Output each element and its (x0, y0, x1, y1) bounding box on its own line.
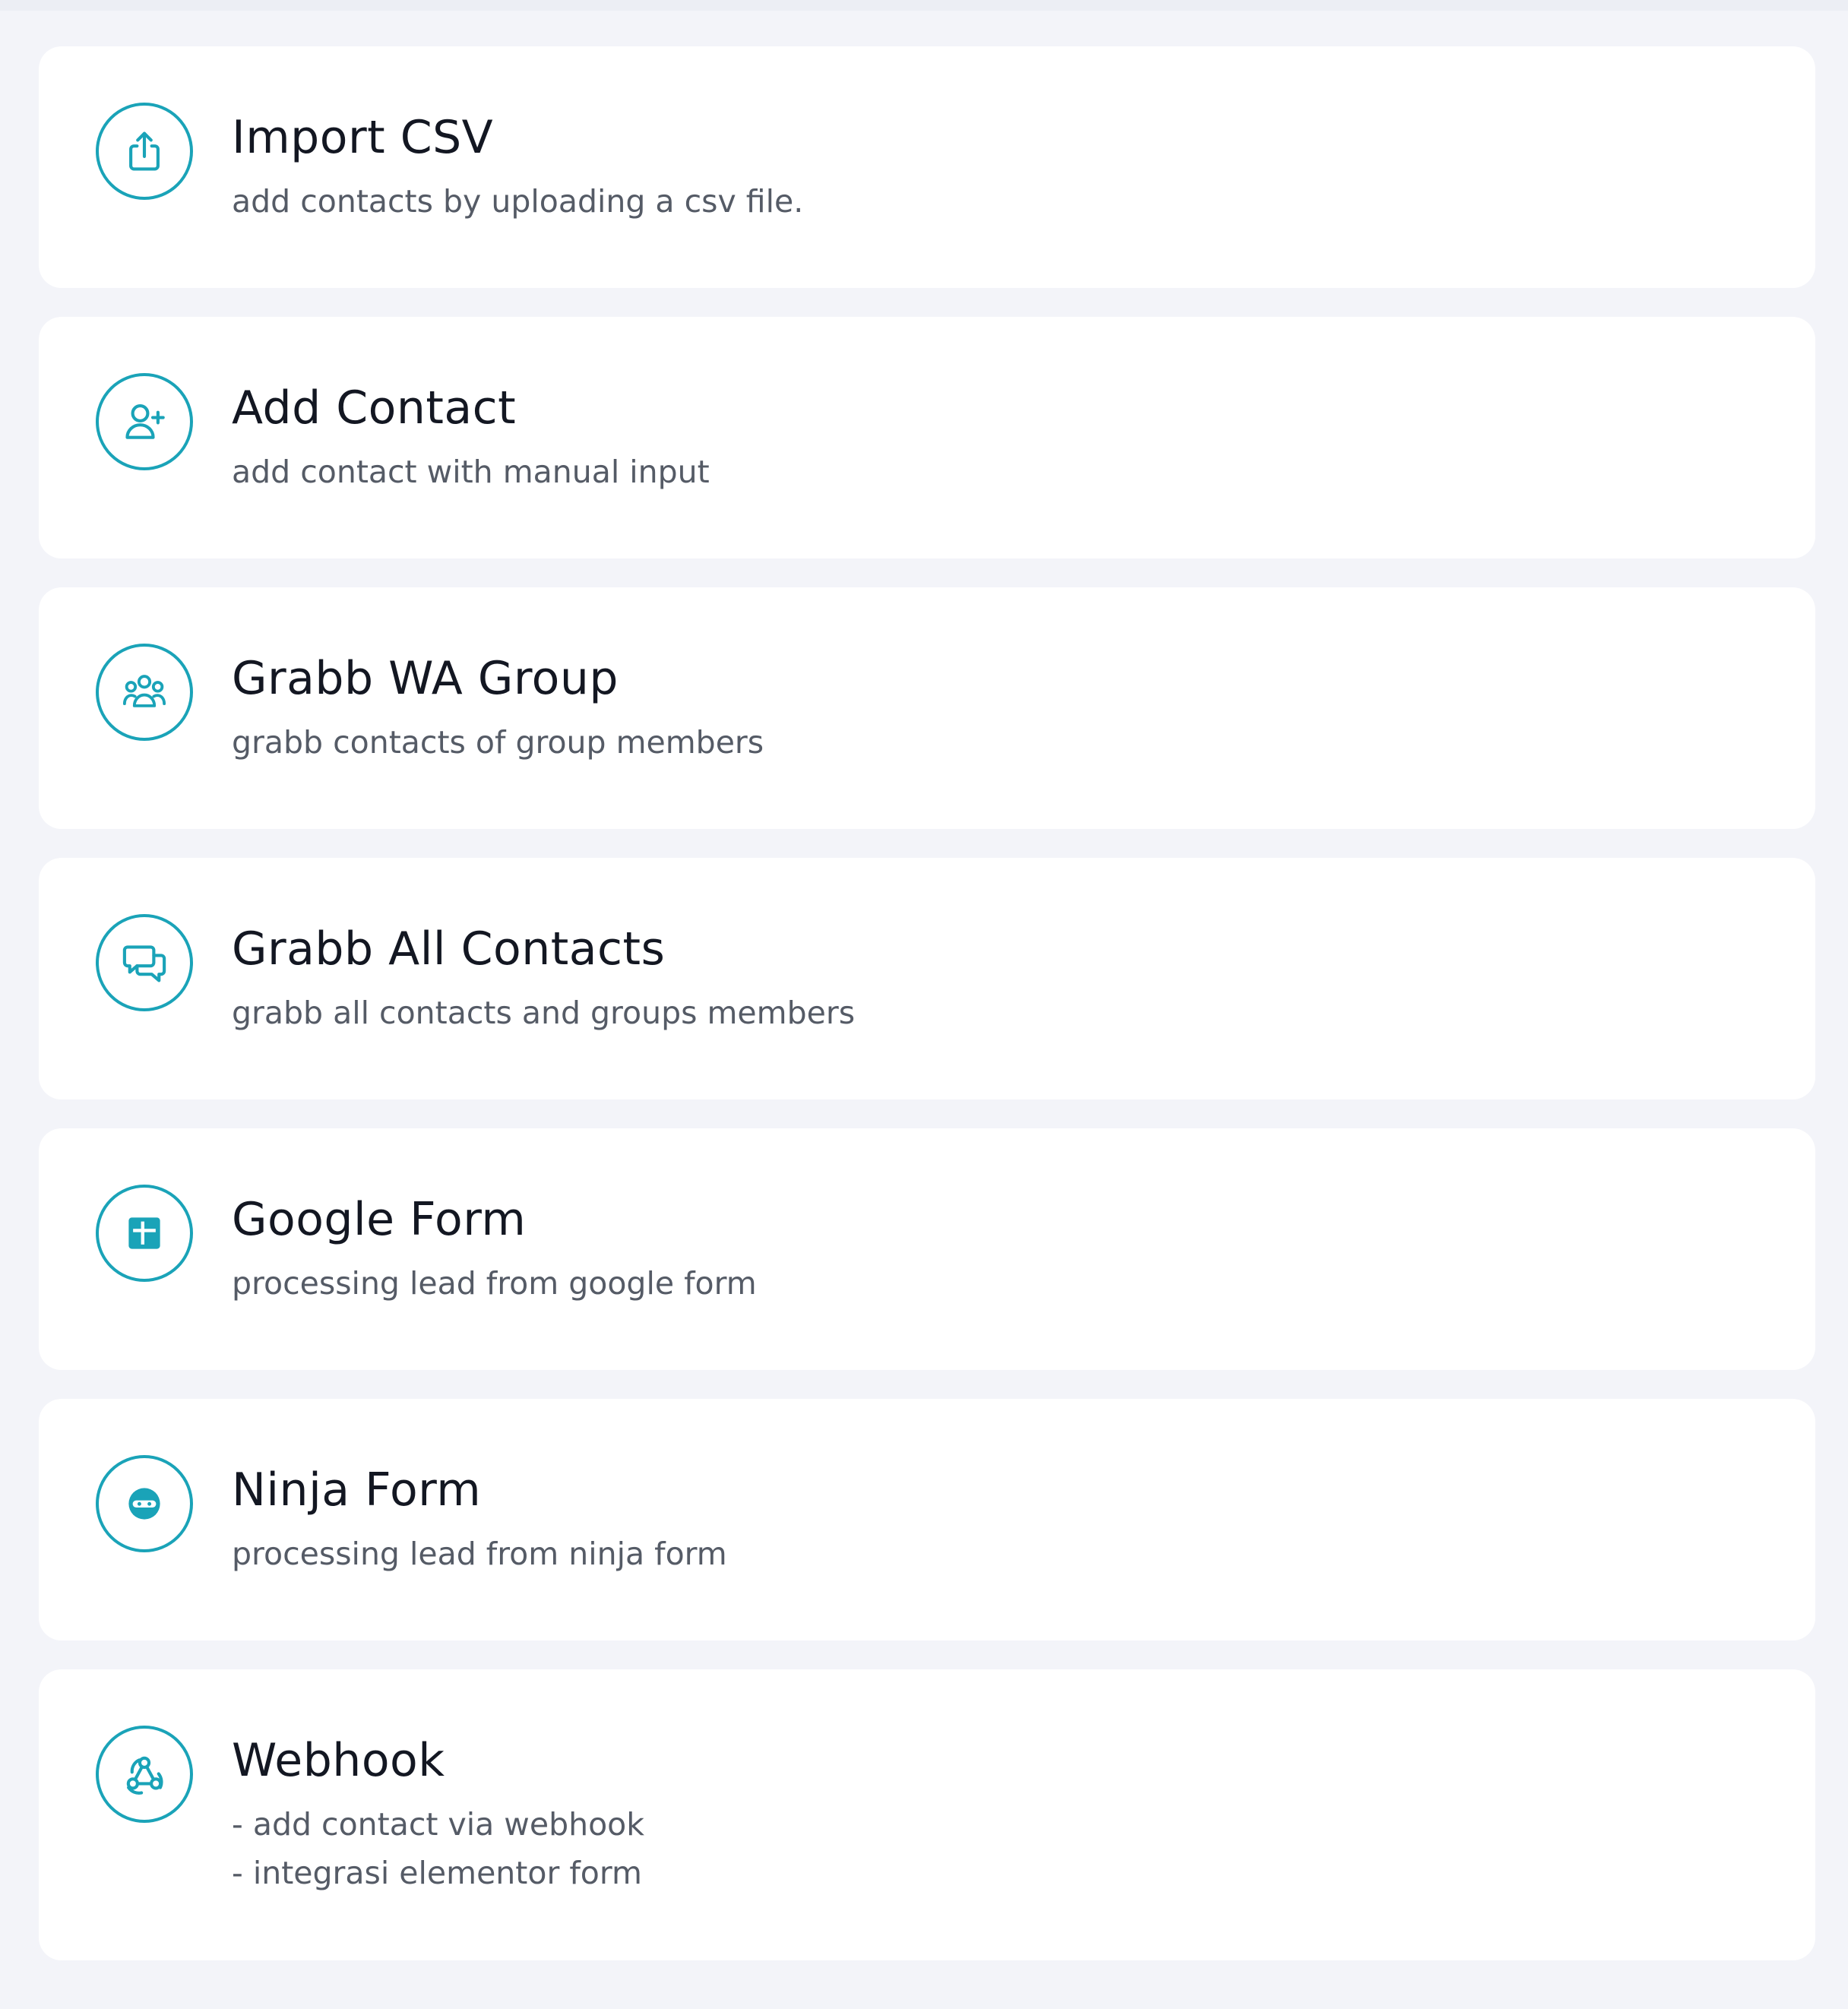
option-title: Add Contact (232, 381, 517, 435)
webhook-icon (96, 1726, 193, 1823)
option-title: Ninja Form (232, 1463, 482, 1517)
option-card-webhook[interactable]: Webhook - add contact via webhook - inte… (39, 1669, 1815, 1960)
option-title: Import CSV (232, 111, 494, 164)
option-description: add contact with manual input (232, 448, 1770, 496)
option-title: Grabb All Contacts (232, 922, 666, 976)
top-strip (0, 0, 1848, 11)
option-description-line: processing lead from google form (232, 1265, 757, 1302)
option-description: add contacts by uploading a csv file. (232, 177, 1770, 226)
ninja-icon (96, 1455, 193, 1552)
option-card-import-csv[interactable]: Import CSV add contacts by uploading a c… (39, 46, 1815, 288)
option-description: processing lead from google form (232, 1259, 1770, 1308)
option-description-line: add contacts by uploading a csv file. (232, 183, 804, 220)
option-description: grabb contacts of group members (232, 718, 1770, 767)
option-description-line: grabb contacts of group members (232, 724, 764, 761)
option-card-add-contact[interactable]: Add Contact add contact with manual inpu… (39, 317, 1815, 558)
group-icon (96, 644, 193, 741)
option-description: grabb all contacts and groups members (232, 989, 1770, 1037)
option-title: Grabb WA Group (232, 652, 619, 705)
option-card-grabb-all-contacts[interactable]: Grabb All Contacts grabb all contacts an… (39, 858, 1815, 1099)
option-description-line: - integrasi elementor form (232, 1855, 642, 1891)
add-user-icon (96, 373, 193, 470)
option-card-google-form[interactable]: Google Form processing lead from google … (39, 1128, 1815, 1370)
option-description: processing lead from ninja form (232, 1530, 1770, 1578)
upload-icon (96, 103, 193, 200)
chat-bubbles-icon (96, 914, 193, 1011)
option-description-line: processing lead from ninja form (232, 1536, 727, 1572)
option-title: Webhook (232, 1734, 445, 1787)
option-description-line: - add contact via webhook (232, 1806, 644, 1843)
option-description: - add contact via webhook - integrasi el… (232, 1800, 1770, 1897)
google-form-icon (96, 1185, 193, 1282)
option-card-ninja-form[interactable]: Ninja Form processing lead from ninja fo… (39, 1399, 1815, 1640)
option-description-line: grabb all contacts and groups members (232, 995, 856, 1031)
import-options-list: Import CSV add contacts by uploading a c… (39, 46, 1815, 1960)
option-card-grabb-wa-group[interactable]: Grabb WA Group grabb contacts of group m… (39, 587, 1815, 829)
option-title: Google Form (232, 1193, 527, 1246)
option-description-line: add contact with manual input (232, 454, 710, 490)
